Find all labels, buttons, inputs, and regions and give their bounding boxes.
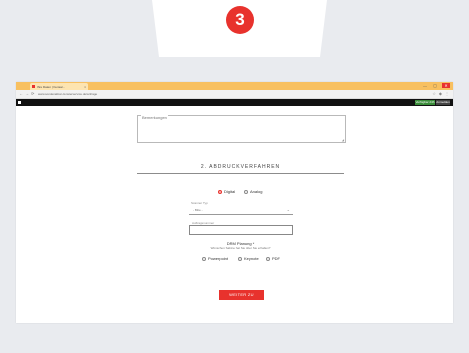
app-bar: Verfügbar 24h Anmelden [16, 99, 453, 106]
maximize-button[interactable]: ▢ [432, 83, 438, 88]
url-bar: ← → ⟳ www.sonderaktion-fensterservice.de… [16, 90, 453, 99]
extension-icon[interactable]: ◆ [439, 91, 442, 96]
order-number-input[interactable]: Auftragsnummer [189, 221, 293, 235]
login-button[interactable]: Anmelden [436, 100, 450, 105]
radio-label: Powerpoint [208, 256, 229, 261]
availability-button[interactable]: Verfügbar 24h [415, 100, 435, 105]
radio-checked-icon [218, 189, 222, 194]
back-icon[interactable]: ← [19, 91, 23, 96]
title-bar: Ihre Daten | Fensar... × — ▢ ✕ [16, 82, 453, 90]
planning-radio-pdf[interactable]: PDF [266, 256, 280, 261]
notes-label: Bemerkungen [141, 115, 168, 120]
app-logo-icon [18, 101, 21, 104]
tab-title: Ihre Daten | Fensar... [37, 84, 66, 89]
browser-window: Ihre Daten | Fensar... × — ▢ ✕ ← → ⟳ www… [16, 82, 453, 323]
planning-radio-keynote[interactable]: Keynote [238, 256, 259, 261]
chevron-down-icon: ⌄ [286, 207, 290, 212]
menu-icon[interactable]: ⋮ [445, 91, 449, 96]
extension-icons: ☆ ◆ ⋮ [432, 91, 449, 96]
radio-label: Keynote [244, 256, 259, 261]
section-divider [137, 173, 344, 174]
window-controls: — ▢ ✕ [422, 83, 450, 88]
close-button[interactable]: ✕ [442, 83, 450, 88]
order-number-label: Auftragsnummer [192, 221, 215, 225]
scanner-label: Scanner Typ [191, 201, 208, 205]
reload-icon[interactable]: ⟳ [31, 91, 34, 96]
address-field[interactable]: www.sonderaktion-fensterservice.de/anfra… [38, 92, 338, 96]
scanner-select[interactable]: Scanner Typ - Bitte - ⌄ [189, 201, 293, 215]
browser-tab[interactable]: Ihre Daten | Fensar... × [30, 83, 88, 90]
step-badge: 3 [226, 6, 254, 34]
radio-label: Digital [224, 189, 236, 194]
resize-grip-icon[interactable]: ◢ [342, 138, 344, 142]
section-title: 2. ABDRUCKVERFAHREN [200, 164, 281, 170]
favicon-icon [32, 85, 35, 88]
radio-unchecked-icon [202, 256, 206, 261]
radio-unchecked-icon [244, 189, 248, 194]
notes-textarea[interactable]: Bemerkungen ◢ [137, 115, 346, 143]
minimize-button[interactable]: — [422, 83, 428, 88]
radio-label: PDF [272, 256, 280, 261]
star-icon[interactable]: ☆ [432, 91, 436, 96]
radio-unchecked-icon [266, 256, 270, 261]
method-radio-analog[interactable]: Analog [244, 189, 262, 194]
radio-label: Analog [250, 189, 263, 194]
forward-icon[interactable]: → [25, 91, 29, 96]
radio-unchecked-icon [238, 256, 242, 261]
scanner-value: - Bitte - [193, 208, 203, 212]
planning-subtitle: Wünschen Sabine hat Sie über Sie erhalte… [210, 246, 271, 250]
method-radio-digital[interactable]: Digital [218, 189, 235, 194]
planning-radio-powerpoint[interactable]: Powerpoint [202, 256, 228, 261]
next-step-button[interactable]: WEITER ZU SCHRITT 3 › [219, 290, 264, 307]
tab-close-icon[interactable]: × [84, 85, 86, 89]
